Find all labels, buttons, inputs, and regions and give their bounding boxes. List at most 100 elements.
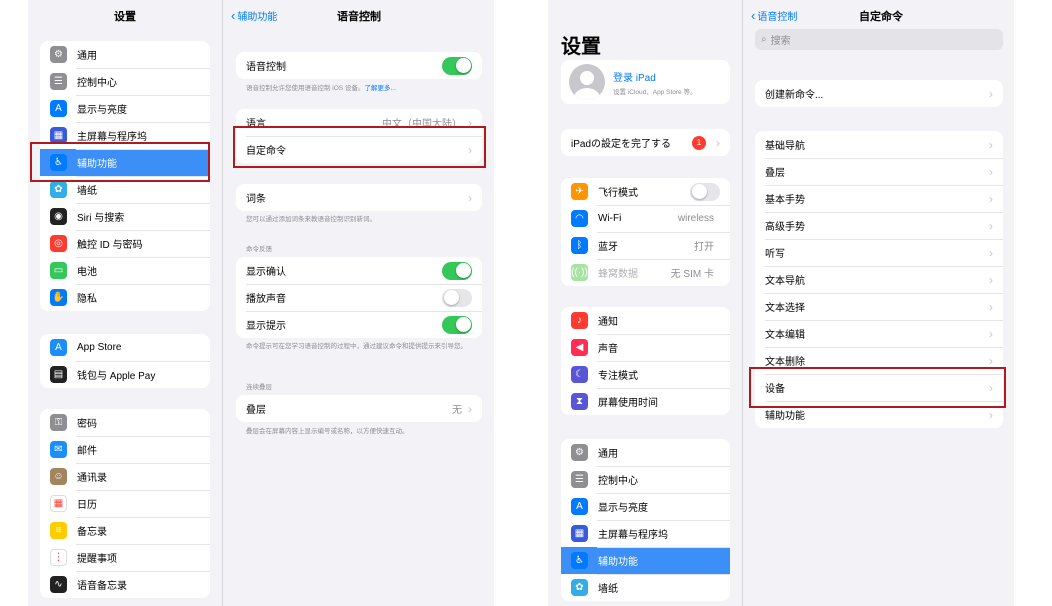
chevron-right-icon: › (468, 190, 472, 205)
cellular-icon: ((·)) (571, 264, 588, 281)
settings-item-label: 邮件 (77, 446, 97, 457)
settings-item[interactable]: A 显示与亮度 (561, 493, 730, 520)
settings-item[interactable]: A 显示与亮度 (40, 95, 210, 122)
create-group: 创建新命令... › (755, 80, 1003, 107)
switches-icon: ☰ (50, 73, 67, 90)
settings-item-value: 打开 (694, 242, 714, 253)
settings-item[interactable]: ▤ 钱包与 Apple Pay (40, 361, 210, 388)
settings-item-label: 专注模式 (598, 371, 638, 382)
create-command-row[interactable]: 创建新命令... › (755, 80, 1003, 107)
command-category-row[interactable]: 高级手势 › (755, 212, 1003, 239)
settings-item-label: 主屏幕与程序坞 (598, 530, 668, 541)
page-title: 设置 (114, 11, 136, 23)
command-category-row[interactable]: 文本选择 › (755, 293, 1003, 320)
command-category-label: 高级手势 (765, 222, 805, 233)
settings-item-label: Siri 与搜索 (77, 213, 125, 224)
play-sound-toggle[interactable] (442, 288, 472, 307)
settings-item[interactable]: ◀ 声音 (561, 334, 730, 361)
command-category-row[interactable]: 基础导航 › (755, 131, 1003, 158)
show-hints-row: 显示提示 (236, 311, 482, 338)
show-hints-toggle[interactable] (442, 315, 472, 334)
settings-item[interactable]: ♿ 辅助功能 (40, 149, 210, 176)
command-category-label: 设备 (765, 384, 785, 395)
command-category-label: 基础导航 (765, 141, 805, 152)
settings-item[interactable]: ∿ 语音备忘录 (40, 571, 210, 598)
settings-item[interactable]: ▭ 电池 (40, 257, 210, 284)
show-confirm-row: 显示确认 (236, 257, 482, 284)
settings-item[interactable]: ⚙ 通用 (561, 439, 730, 466)
overlay-header: 连续叠层 (246, 384, 272, 391)
settings-item[interactable]: ▦ 主屏幕与程序坞 (40, 122, 210, 149)
settings-item[interactable]: ✋ 隐私 (40, 284, 210, 311)
command-category-label: 文本导航 (765, 276, 805, 287)
settings-item[interactable]: ▦ 日历 (40, 490, 210, 517)
voice-control-toggle[interactable] (442, 56, 472, 75)
settings-item-label: 备忘录 (77, 527, 107, 538)
settings-item[interactable]: ☰ 控制中心 (40, 68, 210, 95)
settings-item-label: 电池 (77, 267, 97, 278)
reminders-icon: ⋮ (50, 549, 67, 566)
settings-group-general: ⚙ 通用 ☰ 控制中心 A 显示与亮度 ▦ 主屏幕与程序坞 ♿ 辅助功能 ✿ 墙纸 ◉ Siri 与搜索 ◎… (40, 41, 210, 311)
settings-item[interactable]: ♪ 通知 (561, 307, 730, 334)
settings-item[interactable]: ✿ 墙纸 (561, 574, 730, 601)
custom-commands-row[interactable]: 自定命令 › (236, 136, 482, 163)
settings-item[interactable]: ◎ 触控 ID 与密码 (40, 230, 210, 257)
settings-item[interactable]: ᛒ 蓝牙 打开 (561, 232, 730, 259)
settings-item[interactable]: ⚙ 通用 (40, 41, 210, 68)
profile-row[interactable]: 登录 iPad 设置 iCloud、App Store 等。 (561, 60, 730, 104)
wallet-icon: ▤ (50, 366, 67, 383)
command-category-row[interactable]: 辅助功能 › (755, 401, 1003, 428)
overlay-row[interactable]: 叠层 无 › (236, 395, 482, 422)
settings-item[interactable]: ♿ 辅助功能 (561, 547, 730, 574)
command-category-row[interactable]: 文本导航 › (755, 266, 1003, 293)
command-category-row[interactable]: 文本编辑 › (755, 320, 1003, 347)
settings-item[interactable]: ✉ 邮件 (40, 436, 210, 463)
command-category-row[interactable]: 叠层 › (755, 158, 1003, 185)
settings-item[interactable]: ✈ 飞行模式 (561, 178, 730, 205)
show-confirm-toggle[interactable] (442, 261, 472, 280)
airplane-mode-toggle[interactable] (690, 182, 720, 201)
chevron-right-icon: › (989, 191, 993, 206)
settings-item[interactable]: A App Store (40, 334, 210, 361)
settings-item[interactable]: ≡ 备忘录 (40, 517, 210, 544)
language-group: 语言 中文（中国大陆） › 自定命令 › (236, 109, 482, 163)
settings-item[interactable]: ((·)) 蜂窝数据 无 SIM 卡 (561, 259, 730, 286)
hand-icon: ✋ (50, 289, 67, 306)
custom-commands-panel: ‹ 语音控制 自定命令 ⌕ 搜索 创建新命令... › 基础导航 › 叠层 › 基本手势… (742, 0, 1014, 606)
flower-icon: ✿ (571, 579, 588, 596)
accessibility-icon: ♿ (571, 552, 588, 569)
command-category-row[interactable]: 基本手势 › (755, 185, 1003, 212)
search-input[interactable]: ⌕ 搜索 (755, 29, 1003, 50)
settings-item[interactable]: ☺ 通讯录 (40, 463, 210, 490)
command-category-row[interactable]: 文本删除 › (755, 347, 1003, 374)
settings-item[interactable]: ✿ 墙纸 (40, 176, 210, 203)
settings-item-label: 墙纸 (598, 584, 618, 595)
chevron-right-icon: › (989, 353, 993, 368)
settings-item[interactable]: ▦ 主屏幕与程序坞 (561, 520, 730, 547)
settings-item-label: 屏幕使用时间 (598, 398, 658, 409)
settings-item-label: 控制中心 (77, 78, 117, 89)
settings-item[interactable]: ◠ Wi-Fi wireless (561, 205, 730, 232)
back-button[interactable]: ‹ 语音控制 (751, 8, 797, 24)
settings-item[interactable]: ◉ Siri 与搜索 (40, 203, 210, 230)
settings-item-label: 语音备忘录 (77, 581, 127, 592)
finish-setup-row[interactable]: iPadの設定を完了する 1 › (561, 129, 730, 156)
airplane-icon: ✈ (571, 183, 588, 200)
settings-item[interactable]: ⚿ 密码 (40, 409, 210, 436)
settings-item-label: 蓝牙 (598, 242, 618, 253)
command-category-row[interactable]: 听写 › (755, 239, 1003, 266)
vocabulary-row[interactable]: 词条 › (236, 184, 482, 211)
command-category-row[interactable]: 设备 › (755, 374, 1003, 401)
settings-item-label: 控制中心 (598, 476, 638, 487)
command-category-label: 基本手势 (765, 195, 805, 206)
page-title: 语音控制 (337, 11, 381, 23)
settings-item[interactable]: ☾ 专注模式 (561, 361, 730, 388)
learn-more-link[interactable]: 了解更多... (364, 85, 395, 92)
settings-item[interactable]: ⧗ 屏幕使用时间 (561, 388, 730, 415)
calendar-icon: ▦ (50, 495, 67, 512)
settings-item[interactable]: ⋮ 提醒事项 (40, 544, 210, 571)
overlay-group: 叠层 无 › (236, 395, 482, 422)
aa-icon: A (571, 498, 588, 515)
settings-item[interactable]: ☰ 控制中心 (561, 466, 730, 493)
language-row[interactable]: 语言 中文（中国大陆） › (236, 109, 482, 136)
